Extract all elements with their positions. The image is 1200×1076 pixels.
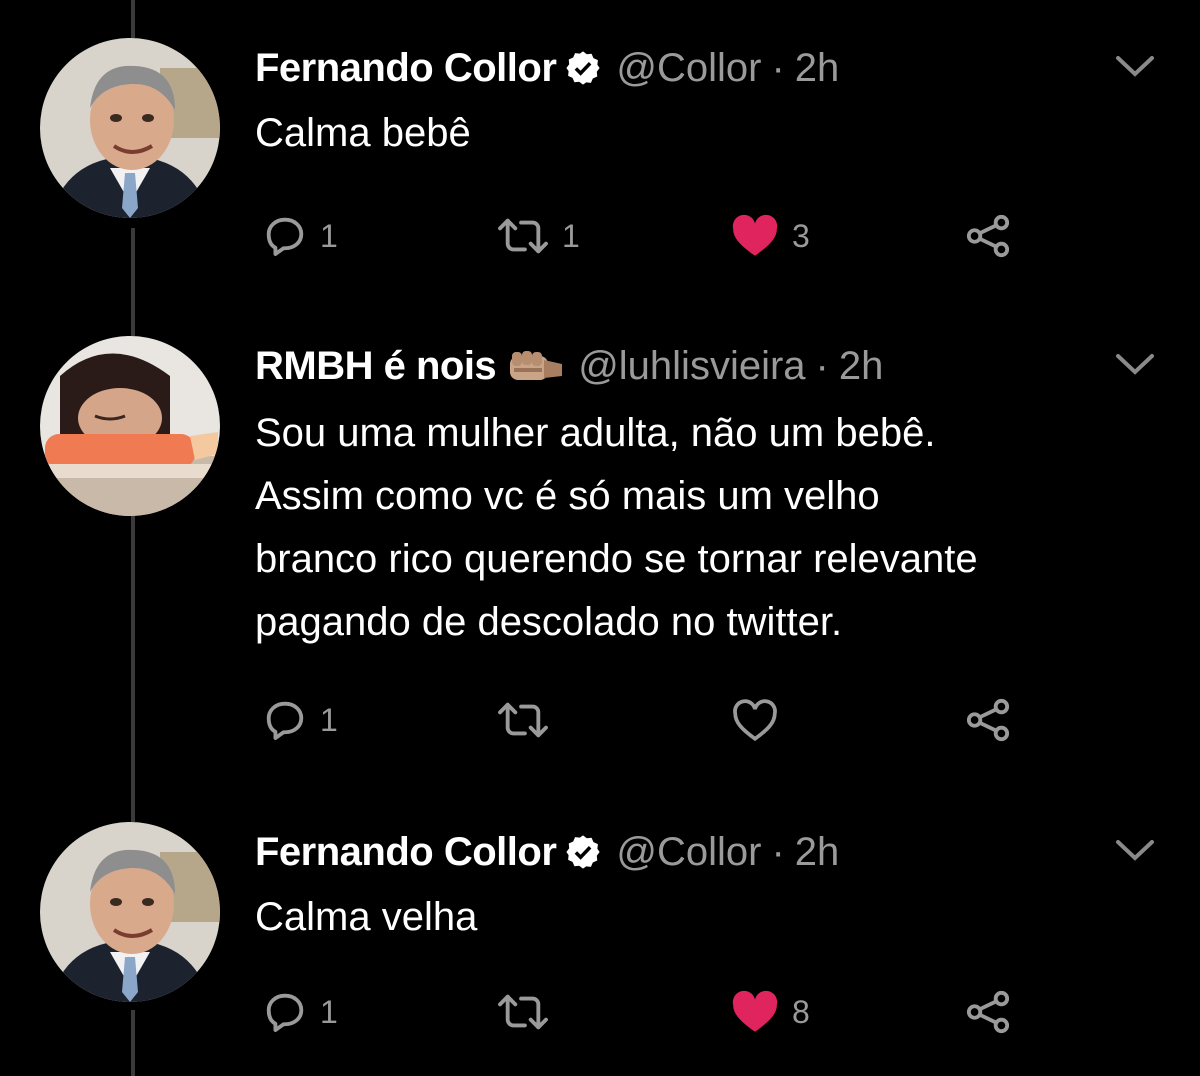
retweet-icon: [498, 218, 548, 254]
reply-count: 1: [320, 701, 338, 738]
heart-filled-icon: [732, 214, 778, 256]
chevron-down-icon[interactable]: [1112, 350, 1158, 385]
author-name[interactable]: Fernando Collor: [255, 46, 557, 91]
like-count: 3: [792, 217, 810, 254]
retweet-button[interactable]: 1: [496, 206, 580, 266]
separator-dot: ·: [771, 45, 785, 90]
chevron-down-icon[interactable]: [1112, 836, 1158, 871]
author-name[interactable]: Fernando Collor: [255, 830, 557, 875]
timestamp[interactable]: 2h: [795, 830, 840, 875]
separator-dot: ·: [771, 829, 785, 874]
author-handle[interactable]: @luhlisvieira: [578, 344, 805, 389]
reply-icon: [266, 993, 304, 1032]
like-button[interactable]: 3: [730, 206, 810, 266]
avatar[interactable]: [40, 822, 220, 1002]
reply-icon: [266, 701, 304, 740]
heart-outline-icon: [733, 699, 777, 742]
heart-filled-icon: [732, 990, 778, 1032]
reply-button[interactable]: 1: [262, 982, 338, 1042]
avatar-fernando-collor-image: [40, 822, 220, 1002]
fist-emoji-icon: [508, 346, 564, 386]
share-icon: [966, 990, 1010, 1034]
timestamp[interactable]: 2h: [795, 46, 840, 91]
tweet-header: Fernando Collor @Collor · 2h: [255, 38, 839, 98]
avatar-rmbh-image: [40, 336, 220, 516]
retweet-count: 1: [562, 217, 580, 254]
retweet-button[interactable]: [496, 982, 562, 1042]
tweet-actions: 1: [0, 690, 1200, 750]
share-icon: [966, 214, 1010, 258]
author-name[interactable]: RMBH é nois: [255, 344, 497, 389]
chevron-down-icon[interactable]: [1112, 52, 1158, 87]
reply-button[interactable]: 1: [262, 690, 338, 750]
timestamp[interactable]: 2h: [839, 344, 884, 389]
tweet[interactable]: Fernando Collor @Collor · 2h Calma bebê …: [0, 38, 1200, 298]
tweet[interactable]: RMBH é nois @luhlisvieira · 2h Sou uma m…: [0, 336, 1200, 756]
avatar-fernando-collor-image: [40, 38, 220, 218]
reply-count: 1: [320, 217, 338, 254]
reply-button[interactable]: 1: [262, 206, 338, 266]
reply-icon: [266, 217, 304, 256]
verified-badge-icon: [564, 49, 602, 87]
avatar[interactable]: [40, 38, 220, 218]
tweet-header: Fernando Collor @Collor · 2h: [255, 822, 839, 882]
tweet[interactable]: Fernando Collor @Collor · 2h Calma velha…: [0, 822, 1200, 1072]
tweet-header: RMBH é nois @luhlisvieira · 2h: [255, 336, 883, 396]
author-handle[interactable]: @Collor: [616, 830, 761, 875]
verified-badge-icon: [564, 833, 602, 871]
share-button[interactable]: [962, 982, 1014, 1042]
share-button[interactable]: [962, 690, 1014, 750]
reply-count: 1: [320, 993, 338, 1030]
thread-line-top: [131, 0, 135, 38]
author-handle[interactable]: @Collor: [616, 46, 761, 91]
retweet-icon: [498, 702, 548, 738]
avatar[interactable]: [40, 336, 220, 516]
share-button[interactable]: [962, 206, 1014, 266]
like-count: 8: [792, 993, 810, 1030]
tweet-actions: 1 8: [0, 982, 1200, 1042]
separator-dot: ·: [815, 343, 829, 388]
tweet-actions: 1 1 3: [0, 206, 1200, 266]
tweet-text: Calma velha: [255, 895, 478, 939]
share-icon: [966, 698, 1010, 742]
tweet-text: Calma bebê: [255, 111, 471, 155]
like-button[interactable]: [730, 690, 792, 750]
like-button[interactable]: 8: [730, 982, 810, 1042]
tweet-text: Sou uma mulher adulta, não um bebê. Assi…: [255, 411, 978, 644]
retweet-icon: [498, 994, 548, 1030]
retweet-button[interactable]: [496, 690, 562, 750]
